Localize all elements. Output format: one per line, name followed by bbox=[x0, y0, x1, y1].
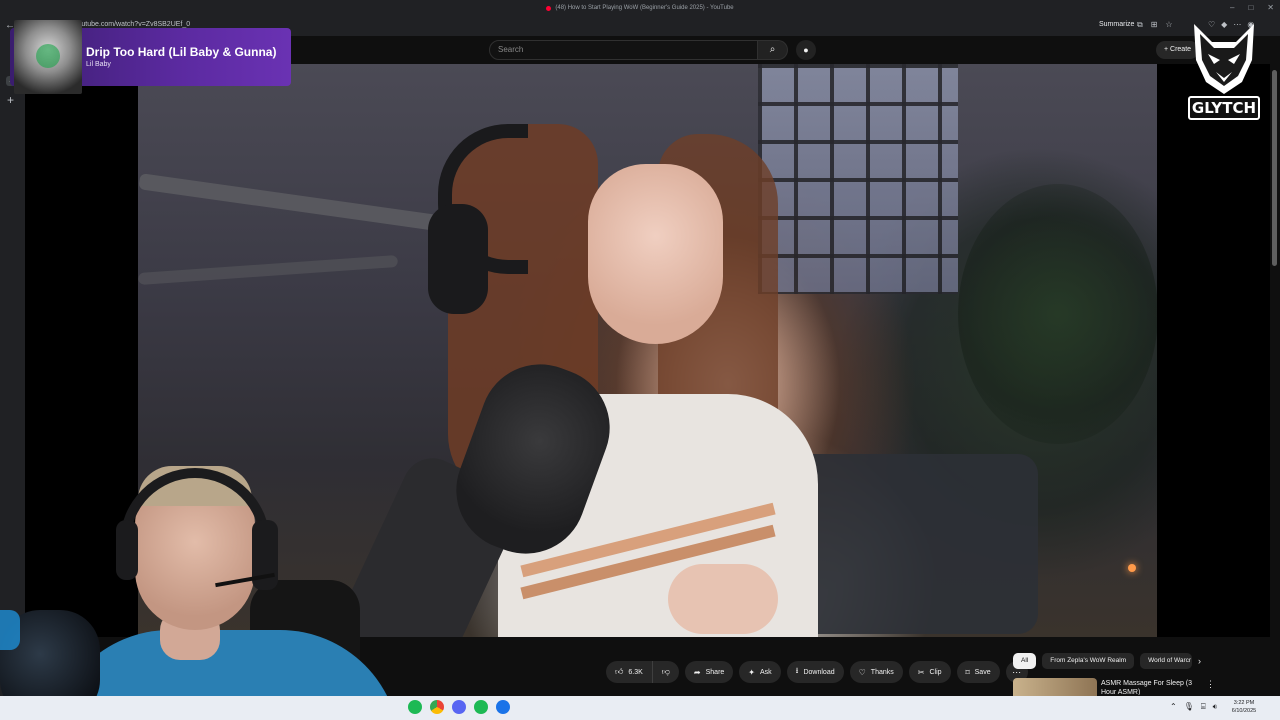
search-icon: ⌕ bbox=[769, 44, 776, 55]
discord-icon[interactable] bbox=[452, 700, 466, 714]
save-button[interactable]: ⌑ Save bbox=[956, 661, 1000, 683]
ask-button[interactable]: ✦ Ask bbox=[739, 661, 781, 683]
recommendation-chips: All From Zepla's WoW Realm World of Warc… bbox=[1013, 653, 1193, 669]
download-button[interactable]: ⭳ Download bbox=[786, 661, 844, 683]
mic-tray-icon[interactable]: 🎙︎ bbox=[1184, 702, 1194, 712]
video-headphone-cup bbox=[428, 204, 488, 314]
window-title-text: (48) How to Start Playing WoW (Beginner'… bbox=[555, 5, 734, 11]
clock-time: 3:22 PM bbox=[1233, 700, 1255, 706]
spotify-icon[interactable] bbox=[408, 700, 422, 714]
voice-search-button[interactable]: ● bbox=[796, 40, 816, 60]
scissors-icon: ✂ bbox=[917, 667, 925, 677]
logo-wordmark: GLYTCH bbox=[1188, 96, 1260, 120]
suggested-more-icon[interactable]: ⋮ bbox=[1206, 679, 1215, 690]
window-controls: – □ ✕ bbox=[1230, 3, 1274, 12]
now-playing-artist: Lil Baby bbox=[86, 61, 111, 68]
download-icon: ⭳ bbox=[795, 666, 799, 675]
like-dislike-group: 👍︎ 6.3K 👎︎ bbox=[606, 661, 679, 683]
address-bar[interactable]: youtube.com/watch?v=Zv8SB2UEf_0 bbox=[74, 21, 190, 28]
ask-label: Ask bbox=[760, 668, 772, 676]
like-button[interactable]: 👍︎ 6.3K bbox=[606, 661, 653, 683]
spotify-alt-icon[interactable] bbox=[474, 700, 488, 714]
video-hands bbox=[668, 564, 778, 634]
video-actions: 👍︎ 6.3K 👎︎ ➦ Share ✦ Ask ⭳ Download ♡ Th… bbox=[606, 661, 1028, 683]
scrollbar-thumb[interactable] bbox=[1272, 70, 1277, 266]
close-button[interactable]: ✕ bbox=[1267, 3, 1274, 12]
thanks-button[interactable]: ♡ Thanks bbox=[849, 661, 903, 683]
webcam-headset-cup-left bbox=[116, 520, 138, 580]
address-bar-icons: ⧉ ⊞ ☆ bbox=[1137, 20, 1173, 30]
share-button[interactable]: ➦ Share bbox=[684, 661, 734, 683]
suggested-video-thumbnail[interactable] bbox=[1013, 678, 1097, 696]
new-tab-icon[interactable]: + bbox=[7, 93, 14, 107]
screen: (48) How to Start Playing WoW (Beginner'… bbox=[0, 0, 1280, 720]
chip-all[interactable]: All bbox=[1013, 653, 1037, 669]
heart-dollar-icon: ♡ bbox=[858, 667, 866, 677]
suggested-video-title[interactable]: ASMR Massage For Sleep (3 Hour ASMR) bbox=[1101, 679, 1201, 695]
taskbar-clock[interactable]: 3:22 PM 6/10/2025 bbox=[1222, 699, 1266, 715]
chrome-icon[interactable] bbox=[430, 700, 444, 714]
chip-world-of-warcraft[interactable]: World of Warcr bbox=[1140, 653, 1193, 669]
taskbar bbox=[0, 696, 1280, 720]
share-label: Share bbox=[705, 668, 725, 676]
edge-icon[interactable] bbox=[496, 700, 510, 714]
thanks-label: Thanks bbox=[870, 668, 894, 676]
translate-icon[interactable]: ⧉ bbox=[1137, 20, 1143, 30]
window-title: (48) How to Start Playing WoW (Beginner'… bbox=[0, 0, 1280, 16]
summarize-button[interactable]: Summarize bbox=[1099, 21, 1134, 28]
clip-button[interactable]: ✂ Clip bbox=[908, 661, 951, 683]
album-art bbox=[14, 20, 82, 94]
sparkle-icon: ✦ bbox=[748, 667, 755, 677]
share-arrow-icon: ➦ bbox=[693, 667, 701, 677]
system-tray: ⌃ 🎙︎ ⌸ 🔉︎ bbox=[1170, 702, 1218, 712]
microphone-icon: ● bbox=[803, 45, 809, 55]
youtube-favicon-icon bbox=[546, 5, 552, 11]
like-count: 6.3K bbox=[628, 668, 643, 676]
thumbs-up-icon: 👍︎ bbox=[615, 667, 624, 676]
maximize-button[interactable]: □ bbox=[1248, 3, 1253, 12]
video-mic-arm bbox=[138, 173, 438, 231]
video-window-background bbox=[758, 64, 958, 294]
search-input[interactable]: Search bbox=[489, 40, 758, 60]
dislike-button[interactable]: 👎︎ bbox=[652, 661, 679, 683]
install-icon[interactable]: ⊞ bbox=[1151, 20, 1158, 30]
video-mic-arm-lower bbox=[138, 254, 399, 286]
video-plant bbox=[958, 184, 1157, 444]
chevron-up-icon[interactable]: ⌃ bbox=[1170, 702, 1177, 712]
thumbs-down-icon: 👎︎ bbox=[661, 667, 670, 676]
bookmark-icon: ⌑ bbox=[965, 667, 970, 677]
network-icon[interactable]: ⌸ bbox=[1201, 702, 1206, 712]
clock-date: 6/10/2025 bbox=[1231, 708, 1257, 714]
download-label: Download bbox=[803, 668, 835, 676]
webcam-overlay bbox=[0, 460, 400, 720]
clip-label: Clip bbox=[929, 668, 942, 676]
bookmark-star-icon[interactable]: ☆ bbox=[1165, 20, 1172, 30]
video-light-glow bbox=[1128, 564, 1136, 572]
now-playing-title: Drip Too Hard (Lil Baby & Gunna) bbox=[86, 45, 277, 59]
chip-from-channel[interactable]: From Zepla's WoW Realm bbox=[1042, 653, 1135, 669]
chevron-right-icon[interactable]: › bbox=[1198, 656, 1201, 666]
volume-icon[interactable]: 🔉︎ bbox=[1213, 702, 1218, 712]
taskbar-apps bbox=[408, 700, 510, 714]
save-label: Save bbox=[974, 668, 991, 676]
webcam-mic-light bbox=[0, 610, 20, 650]
minimize-button[interactable]: – bbox=[1230, 3, 1234, 12]
search-button[interactable]: ⌕ bbox=[758, 40, 788, 60]
video-face bbox=[588, 164, 723, 344]
